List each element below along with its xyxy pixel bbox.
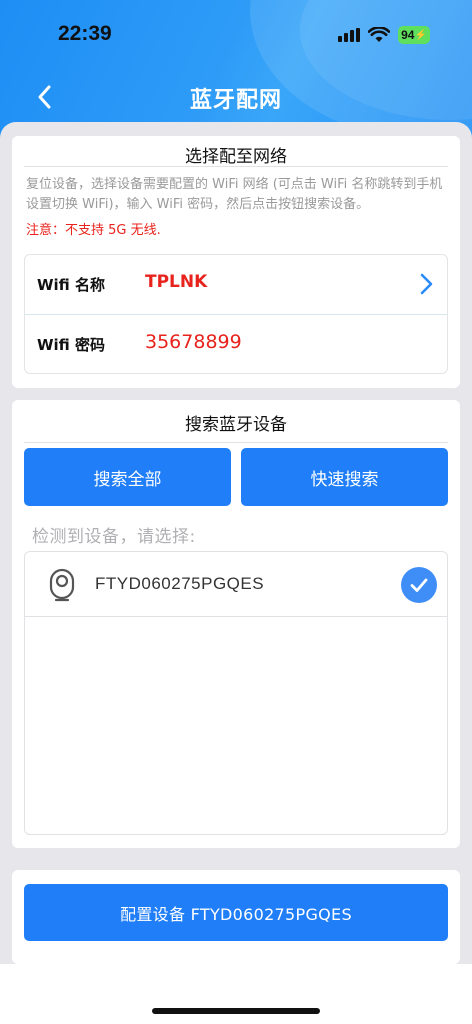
navigation-bar: 蓝牙配网 [0, 72, 472, 122]
config-card: 配置设备 FTYD060275PGQES [12, 870, 460, 964]
device-name: FTYD060275PGQES [95, 574, 265, 593]
battery-level: 94 [401, 28, 415, 42]
search-section-title: 搜索蓝牙设备 [185, 415, 287, 435]
status-bar: 22:39 94 ⚡ [0, 0, 472, 70]
status-icons: 94 ⚡ [338, 26, 430, 44]
chevron-right-icon[interactable] [417, 272, 435, 296]
wifi-settings-box: Wifi 名称 TPLNK Wifi 密码 35678899 [24, 254, 448, 374]
page-title: 蓝牙配网 [189, 88, 282, 113]
status-time: 22:39 [58, 22, 112, 45]
checkmark-icon[interactable] [401, 567, 437, 603]
list-item[interactable]: FTYD060275PGQES [25, 552, 447, 617]
configure-device-button[interactable]: 配置设备 FTYD060275PGQES [24, 884, 448, 941]
divider [24, 442, 448, 443]
wifi-name-value: TPLNK [145, 272, 208, 292]
signal-icon [338, 28, 360, 42]
wifi-password-label: Wifi 密码 [37, 336, 106, 354]
device-list[interactable]: FTYD060275PGQES [24, 551, 448, 835]
battery-icon: 94 ⚡ [398, 26, 430, 44]
network-description: 复位设备，选择设备需要配置的 WiFi 网络 (可点击 WiFi 名称跳转到手机… [26, 177, 443, 212]
network-section-title: 选择配至网络 [185, 147, 287, 167]
wifi-icon [368, 27, 390, 42]
camera-device-icon [49, 568, 75, 602]
search-all-button[interactable]: 搜索全部 [24, 448, 231, 506]
quick-search-button[interactable]: 快速搜索 [241, 448, 448, 506]
detected-devices-label: 检测到设备，请选择: [32, 527, 196, 547]
wifi-password-row: Wifi 密码 35678899 [25, 314, 447, 373]
wifi-name-row[interactable]: Wifi 名称 TPLNK [25, 255, 447, 314]
wifi-password-input[interactable]: 35678899 [145, 331, 242, 353]
warning-text: 注意：不支持 5G 无线. [26, 223, 161, 238]
search-card: 搜索蓝牙设备 搜索全部 快速搜索 检测到设备，请选择: FTYD060275PG… [12, 400, 460, 848]
home-indicator [152, 1008, 320, 1014]
search-buttons: 搜索全部 快速搜索 [24, 448, 448, 506]
network-card: 选择配至网络 复位设备，选择设备需要配置的 WiFi 网络 (可点击 WiFi … [12, 136, 460, 388]
wifi-name-label: Wifi 名称 [37, 276, 106, 294]
